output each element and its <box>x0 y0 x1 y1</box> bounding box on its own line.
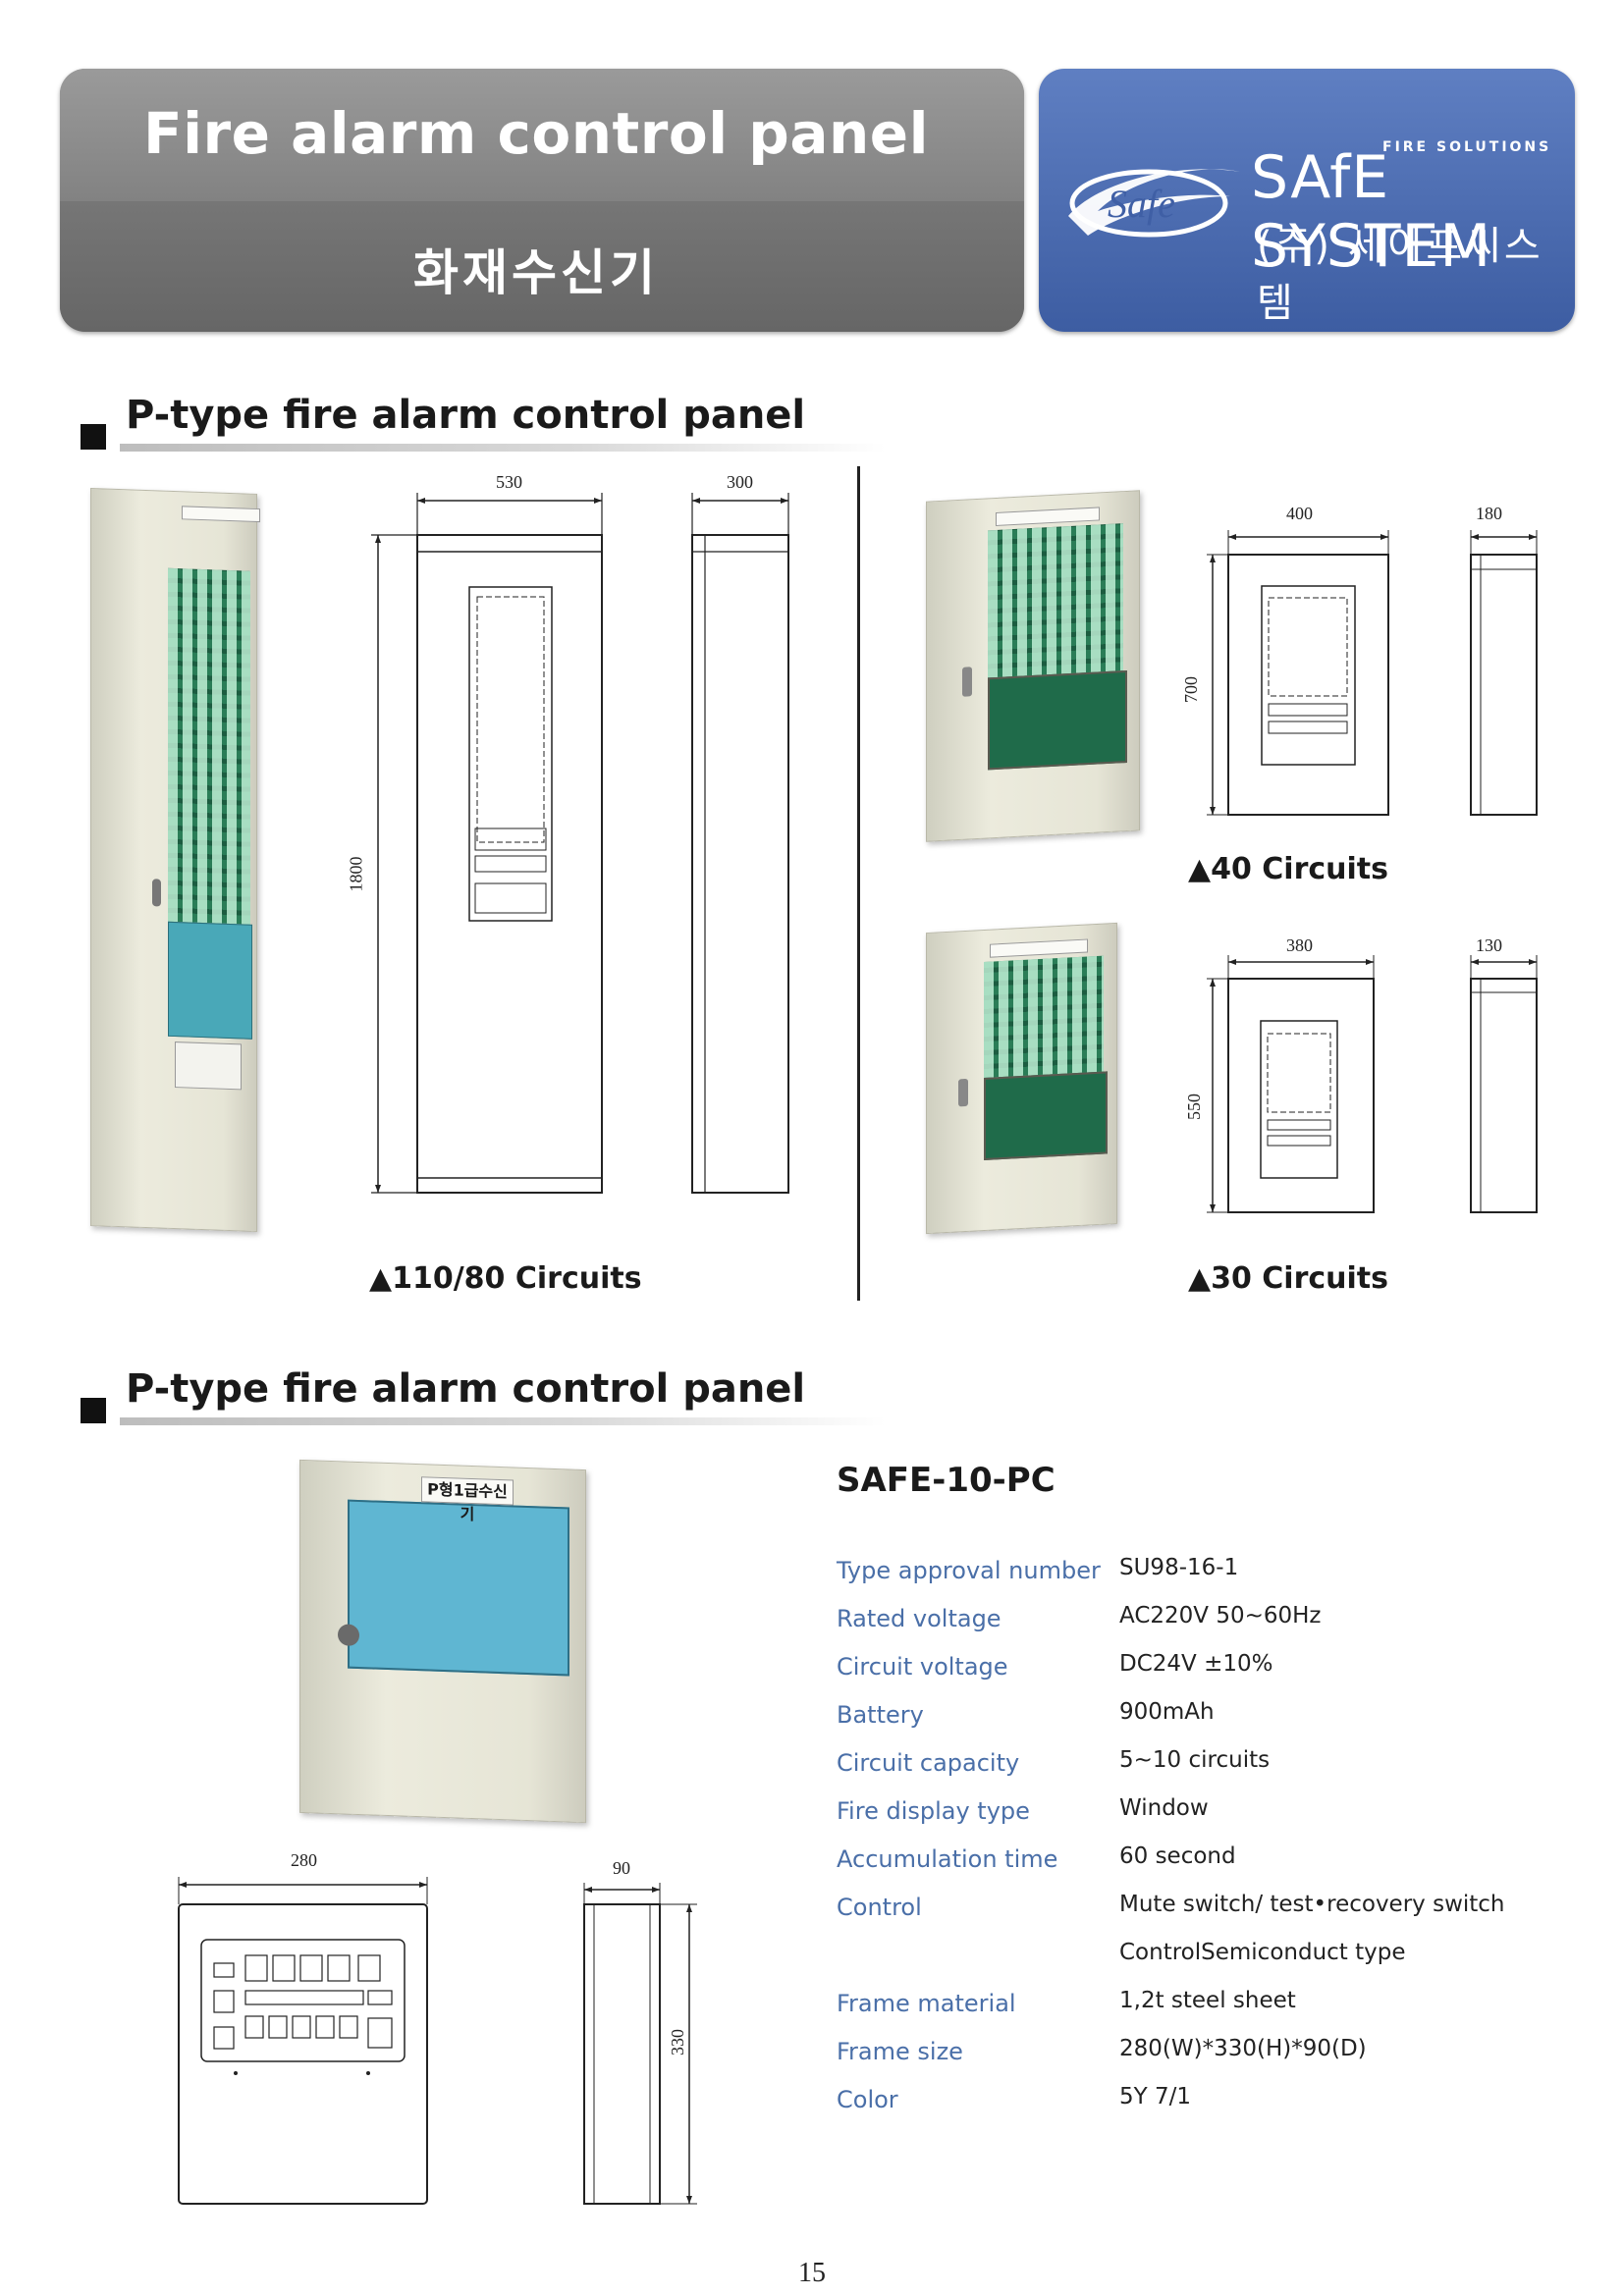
section-bullet-icon <box>81 1398 106 1423</box>
vertical-divider <box>857 466 860 1301</box>
spec-value: 280(W)*330(H)*90(D) <box>1119 2036 1367 2061</box>
logo-badge-text: Safe <box>1108 182 1175 226</box>
section-bullet-icon <box>81 424 106 450</box>
top-label-plate <box>182 506 260 523</box>
top-label-plate <box>996 507 1100 526</box>
medium-depth-dimension: 180 <box>1476 504 1502 523</box>
spec-label: Accumulation time <box>837 1845 1058 1873</box>
small-cabinet-photo <box>926 922 1117 1235</box>
small-cabinet-caption: ▲30 Circuits <box>1188 1261 1388 1296</box>
spec-value: ControlSemiconduct type <box>1119 1940 1406 1965</box>
spec-label: Battery <box>837 1701 924 1729</box>
led-indicator-grid <box>988 523 1123 678</box>
large-depth-dimension: 300 <box>727 472 753 492</box>
led-indicator-grid <box>168 567 250 925</box>
compact-height-dimension: 330 <box>668 2029 687 2056</box>
control-section <box>984 1071 1108 1161</box>
safe-swoosh-logo-icon: Safe <box>1068 169 1240 238</box>
small-width-dimension: 380 <box>1286 935 1313 955</box>
spec-label: Control <box>837 1894 922 1921</box>
compact-unit-drawing <box>178 1877 697 2205</box>
brand-korean-name: (주) 세이프씨스템 <box>1257 224 1543 326</box>
section2-title: P-type fire alarm control panel <box>126 1366 806 1412</box>
page-title-korean: 화재수신기 <box>413 244 659 301</box>
brand-logo-banner: Safe FIRE SOLUTIONS SAfE SYSTEM (주) 세이프씨… <box>1039 69 1575 332</box>
nameplate <box>175 1041 242 1091</box>
control-section <box>348 1499 569 1677</box>
spec-label: Fire display type <box>837 1797 1030 1825</box>
model-number: SAFE-10-PC <box>837 1461 1056 1500</box>
spec-label: Rated voltage <box>837 1605 1001 1632</box>
large-height-dimension: 1800 <box>346 856 366 892</box>
control-section <box>988 669 1127 771</box>
medium-height-dimension: 700 <box>1181 676 1201 703</box>
spec-value: 5~10 circuits <box>1119 1747 1271 1773</box>
compact-unit-photo: P형1급수신기 <box>299 1459 586 1824</box>
door-handle-icon <box>152 879 161 907</box>
large-width-dimension: 530 <box>496 472 522 492</box>
medium-cabinet-caption: ▲40 Circuits <box>1188 852 1388 886</box>
compact-width-dimension: 280 <box>291 1850 317 1870</box>
section2-underline <box>120 1417 886 1425</box>
spec-value: 900mAh <box>1119 1699 1215 1725</box>
section1-title: P-type fire alarm control panel <box>126 393 806 438</box>
small-cabinet-drawing <box>1207 955 1538 1213</box>
page-title: Fire alarm control panel <box>143 100 929 167</box>
spec-value: Mute switch/ test•recovery switch <box>1119 1892 1505 1917</box>
medium-cabinet-drawing <box>1207 530 1538 816</box>
small-depth-dimension: 130 <box>1476 935 1502 955</box>
spec-label: Frame size <box>837 2038 963 2065</box>
spec-label: Circuit voltage <box>837 1653 1008 1681</box>
top-label-plate <box>990 938 1088 958</box>
door-handle-icon <box>962 667 972 697</box>
small-height-dimension: 550 <box>1184 1094 1204 1120</box>
header-title-banner: Fire alarm control panel 화재수신기 <box>60 69 1024 332</box>
medium-cabinet-photo <box>926 490 1140 842</box>
spec-label: Type approval number <box>837 1557 1101 1584</box>
led-indicator-grid <box>984 955 1104 1079</box>
spec-value: Window <box>1119 1795 1209 1821</box>
control-section <box>168 921 252 1040</box>
spec-value: DC24V ±10% <box>1119 1651 1273 1677</box>
medium-width-dimension: 400 <box>1286 504 1313 523</box>
spec-value: SU98-16-1 <box>1119 1555 1239 1580</box>
compact-depth-dimension: 90 <box>613 1858 630 1878</box>
spec-label: Frame material <box>837 1990 1016 2017</box>
spec-value: 1,2t steel sheet <box>1119 1988 1296 2013</box>
key-lock-icon <box>338 1624 359 1647</box>
door-handle-icon <box>958 1078 968 1107</box>
spec-label: Circuit capacity <box>837 1749 1020 1777</box>
unit-label-plate: P형1급수신기 <box>421 1476 514 1523</box>
spec-value: AC220V 50~60Hz <box>1119 1603 1322 1629</box>
section1-underline <box>120 444 886 452</box>
page-number: 15 <box>798 2258 826 2288</box>
spec-value: 60 second <box>1119 1843 1236 1869</box>
spec-label: Color <box>837 2086 898 2113</box>
large-cabinet-photo <box>90 488 260 1232</box>
spec-value: 5Y 7/1 <box>1119 2084 1192 2109</box>
large-cabinet-drawing <box>371 493 789 1194</box>
large-cabinet-caption: ▲110/80 Circuits <box>369 1261 642 1296</box>
